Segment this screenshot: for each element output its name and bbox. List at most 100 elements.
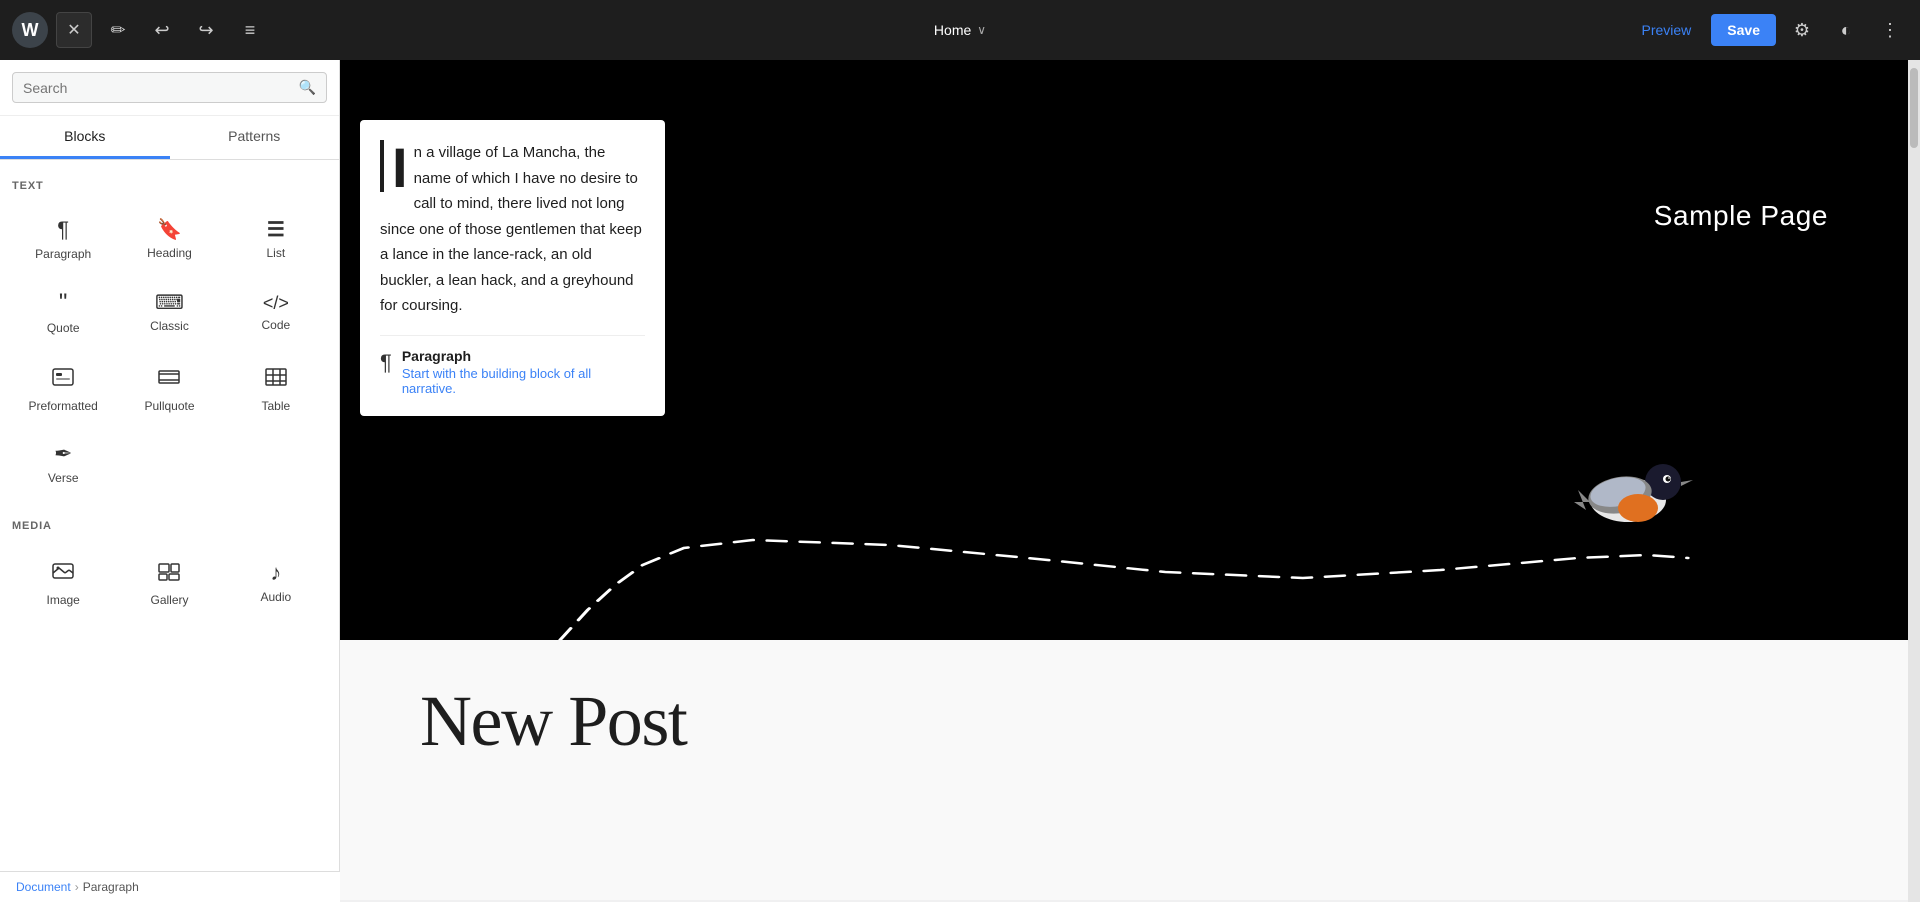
page-canvas: Sample Page (340, 60, 1908, 640)
code-icon: </> (263, 294, 289, 312)
edit-button[interactable]: ✏ (100, 12, 136, 48)
settings-button[interactable]: ⚙ (1784, 12, 1820, 48)
preformatted-label: Preformatted (28, 399, 97, 413)
sidebar-search-area: 🔍 (0, 60, 339, 116)
verse-label: Verse (48, 471, 79, 485)
media-blocks-grid: Image Gallery ♪ Audio (12, 544, 327, 618)
audio-label: Audio (260, 590, 291, 604)
bird-illustration (1548, 430, 1708, 560)
gear-icon: ⚙ (1794, 20, 1810, 41)
contrast-icon: ◐ (1841, 20, 1852, 41)
sidebar-tabs: Blocks Patterns (0, 116, 339, 160)
sidebar: 🔍 Blocks Patterns TEXT ¶ Paragraph 🔖 Hea… (0, 60, 340, 902)
block-paragraph[interactable]: ¶ Paragraph (12, 204, 114, 272)
popup-card: I n a village of La Mancha, the name of … (360, 120, 665, 416)
table-icon (264, 365, 288, 393)
code-label: Code (261, 318, 290, 332)
list-block-icon: ☰ (267, 220, 285, 240)
quote-icon: " (59, 291, 68, 315)
popup-divider (380, 335, 645, 336)
paragraph-icon: ¶ (57, 219, 69, 241)
classic-label: Classic (150, 319, 189, 333)
search-box[interactable]: 🔍 (12, 72, 327, 103)
contrast-button[interactable]: ◐ (1828, 12, 1864, 48)
breadcrumb: Document › Paragraph (0, 871, 340, 902)
preview-button[interactable]: Preview (1630, 16, 1704, 44)
hint-title: Paragraph (402, 348, 645, 364)
page-title: Home (934, 22, 971, 38)
paragraph-hint-icon: ¶ (380, 350, 392, 376)
chevron-down-icon: ∨ (977, 23, 986, 37)
more-icon: ⋮ (1881, 20, 1899, 41)
text-blocks-grid: ¶ Paragraph 🔖 Heading ☰ List " Quote ⌨ (12, 204, 327, 496)
editor-area: Sample Page (340, 60, 1920, 902)
edit-icon: ✏ (110, 20, 125, 41)
block-preformatted[interactable]: Preformatted (12, 350, 114, 424)
save-button[interactable]: Save (1711, 14, 1776, 46)
block-table[interactable]: Table (225, 350, 327, 424)
sidebar-content: TEXT ¶ Paragraph 🔖 Heading ☰ List " Quot… (0, 160, 339, 902)
verse-icon: ✒ (54, 443, 72, 465)
text-section-label: TEXT (12, 180, 327, 192)
page-white-area: New Post (340, 640, 1908, 900)
popup-text: I n a village of La Mancha, the name of … (380, 140, 645, 319)
close-button[interactable]: ✕ (56, 12, 92, 48)
paragraph-label: Paragraph (35, 247, 91, 261)
list-icon: ≡ (245, 20, 256, 41)
block-gallery[interactable]: Gallery (118, 544, 220, 618)
block-quote[interactable]: " Quote (12, 276, 114, 346)
heading-icon: 🔖 (157, 220, 182, 240)
heading-label: Heading (147, 246, 192, 260)
scrollbar-thumb[interactable] (1910, 68, 1918, 148)
editor-content: Sample Page (340, 60, 1908, 902)
block-heading[interactable]: 🔖 Heading (118, 204, 220, 272)
classic-icon: ⌨ (155, 293, 184, 313)
search-input[interactable] (23, 80, 299, 96)
hint-description: Start with the building block of all nar… (402, 366, 645, 396)
sample-page-heading: Sample Page (1654, 200, 1828, 232)
more-options-button[interactable]: ⋮ (1872, 12, 1908, 48)
editor-scrollbar[interactable] (1908, 60, 1920, 902)
breadcrumb-current: Paragraph (83, 880, 139, 894)
paragraph-hint: ¶ Paragraph Start with the building bloc… (380, 348, 645, 396)
pullquote-label: Pullquote (144, 399, 194, 413)
block-classic[interactable]: ⌨ Classic (118, 276, 220, 346)
close-icon: ✕ (67, 20, 80, 40)
block-verse[interactable]: ✒ Verse (12, 428, 114, 496)
wp-logo-button[interactable]: W (12, 12, 48, 48)
toolbar-center: Home ∨ (934, 22, 986, 38)
media-section-label: MEDIA (12, 520, 327, 532)
table-label: Table (261, 399, 290, 413)
tab-blocks[interactable]: Blocks (0, 116, 170, 159)
main-area: 🔍 Blocks Patterns TEXT ¶ Paragraph 🔖 Hea… (0, 60, 1920, 902)
breadcrumb-separator: › (75, 880, 79, 894)
gallery-icon (157, 559, 181, 587)
redo-icon: ↪ (198, 20, 213, 41)
block-code[interactable]: </> Code (225, 276, 327, 346)
paragraph-hint-text: Paragraph Start with the building block … (402, 348, 645, 396)
breadcrumb-document[interactable]: Document (16, 880, 71, 894)
quote-label: Quote (47, 321, 80, 335)
image-label: Image (46, 593, 79, 607)
popup-body-text: n a village of La Mancha, the name of wh… (380, 144, 642, 314)
redo-button[interactable]: ↪ (188, 12, 224, 48)
list-view-button[interactable]: ≡ (232, 12, 268, 48)
image-icon (51, 559, 75, 587)
search-icon: 🔍 (299, 79, 316, 96)
block-list[interactable]: ☰ List (225, 204, 327, 272)
audio-icon: ♪ (270, 562, 281, 584)
new-post-title: New Post (420, 680, 687, 763)
toolbar-right: Preview Save ⚙ ◐ ⋮ (1630, 12, 1909, 48)
gallery-label: Gallery (150, 593, 188, 607)
undo-button[interactable]: ↩ (144, 12, 180, 48)
drop-cap: I (380, 140, 408, 192)
preformatted-icon (51, 365, 75, 393)
block-image[interactable]: Image (12, 544, 114, 618)
block-pullquote[interactable]: Pullquote (118, 350, 220, 424)
undo-icon: ↩ (154, 20, 169, 41)
pullquote-icon (157, 365, 181, 393)
block-audio[interactable]: ♪ Audio (225, 544, 327, 618)
toolbar: W ✕ ✏ ↩ ↪ ≡ Home ∨ Preview Save ⚙ ◐ ⋮ (0, 0, 1920, 60)
tab-patterns[interactable]: Patterns (170, 116, 340, 159)
list-label: List (266, 246, 285, 260)
